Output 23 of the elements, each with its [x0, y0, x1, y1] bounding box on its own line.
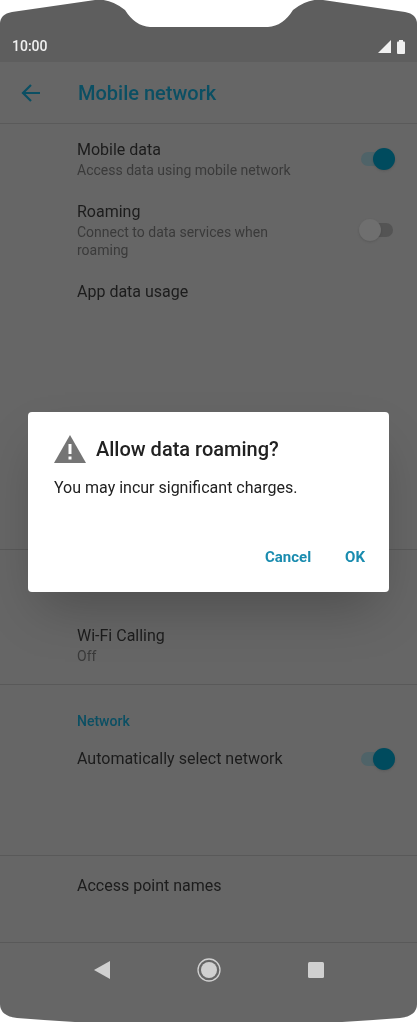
- toggle-switch[interactable]: [359, 747, 395, 771]
- setting-title[interactable]: Access point names: [77, 875, 395, 897]
- back-arrow-icon[interactable]: [21, 83, 41, 102]
- screen-title: Mobile network: [78, 79, 217, 107]
- setting-title[interactable]: Mobile data: [77, 139, 359, 161]
- status-time: 10:00: [12, 37, 48, 56]
- setting-title[interactable]: Wi-Fi Calling: [77, 625, 395, 647]
- setting-title[interactable]: Automatically select network: [77, 748, 359, 770]
- battery-icon: [397, 39, 405, 54]
- toggle-switch[interactable]: [359, 147, 395, 171]
- recents-icon[interactable]: [307, 961, 324, 978]
- dialog-title: Allow data roaming?: [96, 436, 279, 463]
- section-header: Network: [76, 712, 131, 731]
- setting-title[interactable]: Roaming: [77, 201, 359, 223]
- home-icon[interactable]: [196, 957, 221, 982]
- back-icon[interactable]: [93, 960, 110, 979]
- dialog-button[interactable]: OK: [333, 537, 377, 576]
- toggle-switch[interactable]: [359, 218, 395, 242]
- setting-title[interactable]: App data usage: [77, 281, 395, 303]
- dialog-button[interactable]: Cancel: [252, 537, 324, 576]
- dialog-message: You may incur significant charges.: [54, 477, 299, 499]
- signal-icon: [378, 40, 391, 53]
- warning-icon: [54, 435, 86, 463]
